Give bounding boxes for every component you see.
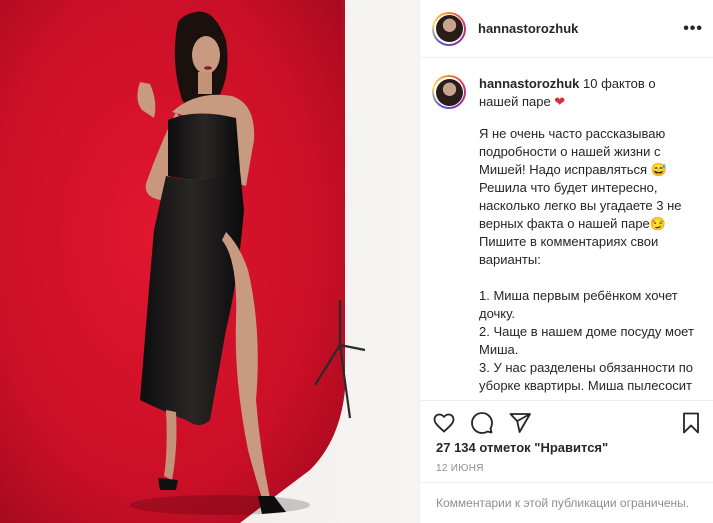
avatar[interactable] — [432, 11, 466, 46]
header-username[interactable]: hannastorozhuk — [478, 21, 683, 36]
heart-icon[interactable] — [432, 411, 456, 435]
post-photo[interactable] — [0, 0, 419, 523]
share-icon[interactable] — [508, 411, 532, 435]
heart-emoji: ❤ — [554, 94, 566, 109]
comments-limited-notice: Комментарии к этой публикации ограничены… — [420, 482, 713, 523]
caption-avatar[interactable] — [432, 75, 466, 109]
post-header: hannastorozhuk ••• — [420, 0, 713, 58]
post-side-panel: hannastorozhuk ••• hannastorozhuk 10 фак… — [419, 0, 713, 523]
bookmark-icon[interactable] — [679, 411, 703, 435]
likes-count[interactable]: 27 134 отметок "Нравится" — [436, 440, 608, 455]
comment-icon[interactable] — [470, 411, 494, 435]
caption-text: hannastorozhuk 10 фактов о нашей паре ❤ Я… — [479, 75, 697, 400]
action-bar — [420, 400, 713, 444]
caption-body: Я не очень часто рассказываю подробности… — [479, 126, 694, 400]
more-options-icon[interactable]: ••• — [683, 20, 703, 38]
post-photo-illustration — [0, 0, 419, 523]
post-date[interactable]: 12 июня — [436, 463, 484, 474]
caption-username[interactable]: hannastorozhuk — [479, 76, 579, 91]
caption-area: hannastorozhuk 10 фактов о нашей паре ❤ Я… — [420, 59, 713, 400]
